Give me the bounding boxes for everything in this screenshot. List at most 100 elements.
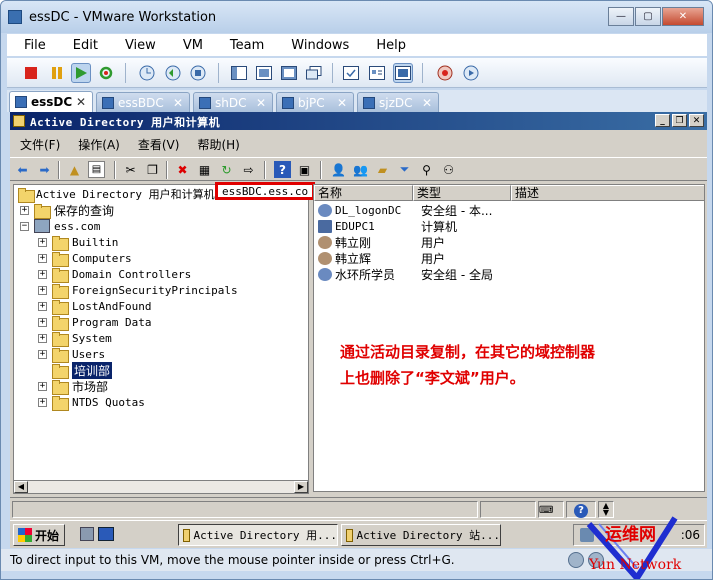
find-button[interactable]: ⚲ — [418, 161, 435, 178]
tree-item-ou[interactable]: + Computers — [38, 250, 132, 267]
expand-icon[interactable]: + — [38, 381, 47, 391]
fullscreen-button[interactable] — [254, 63, 274, 83]
list-item[interactable]: 韩立刚 用户 — [318, 234, 445, 250]
taskbar-item-ad-sites[interactable]: Active Directory 站... — [341, 524, 501, 546]
back-button[interactable]: ⬅ — [14, 161, 31, 178]
menu-edit[interactable]: Edit — [56, 38, 108, 53]
mmc-restore-button[interactable]: ❐ — [672, 114, 687, 127]
reset-button[interactable] — [96, 63, 116, 83]
menu-windows[interactable]: Windows — [274, 38, 359, 53]
capture-screen-button[interactable] — [435, 63, 455, 83]
tab-close-icon[interactable]: ✕ — [173, 96, 183, 110]
delete-button[interactable]: ✖ — [174, 161, 191, 178]
show-description-button[interactable]: ▣ — [296, 161, 313, 178]
tree-pane[interactable]: Active Directory 用户和计算机 + 保存的查询 − ess.co… — [13, 184, 309, 492]
tree-item-ou[interactable]: + NTDS Quotas — [38, 394, 145, 411]
mmc-menu-view[interactable]: 查看(V) — [128, 136, 188, 153]
export-list-button[interactable]: ⇨ — [240, 161, 257, 178]
tab-close-icon[interactable]: ✕ — [76, 95, 86, 109]
list-item[interactable]: 韩立辉 用户 — [318, 250, 445, 266]
mmc-close-button[interactable]: ✕ — [689, 114, 704, 127]
show-sidebar-button[interactable] — [229, 63, 249, 83]
start-button[interactable]: 开始 — [13, 524, 65, 546]
expand-icon[interactable]: + — [38, 317, 47, 327]
scroll-left-icon[interactable]: ◀ — [14, 481, 28, 493]
tree-item-domain[interactable]: − ess.com — [20, 218, 100, 234]
expand-icon[interactable]: + — [20, 205, 29, 215]
mmc-menu-action[interactable]: 操作(A) — [68, 136, 128, 153]
scroll-right-icon[interactable]: ▶ — [294, 481, 308, 493]
tree-root[interactable]: Active Directory 用户和计算机 — [18, 186, 215, 203]
expand-icon[interactable]: + — [38, 253, 47, 263]
vmware-titlebar[interactable]: essDC - VMware Workstation — ▢ ✕ — [1, 1, 712, 33]
filter-button[interactable]: ⏷ — [396, 161, 413, 178]
column-header-description[interactable]: 描述 — [511, 185, 704, 201]
new-ou-button[interactable]: ▰ — [374, 161, 391, 178]
capture-movie-button[interactable] — [461, 63, 481, 83]
tab-bjpc[interactable]: bjPC ✕ — [276, 92, 354, 112]
expand-icon[interactable]: + — [38, 333, 47, 343]
forward-button[interactable]: ➡ — [36, 161, 53, 178]
power-on-button[interactable] — [71, 63, 91, 83]
tree-item-saved-queries[interactable]: + 保存的查询 — [20, 202, 114, 219]
add-to-group-button[interactable]: ⚇ — [440, 161, 457, 178]
mmc-menu-help[interactable]: 帮助(H) — [187, 136, 247, 153]
column-header-name[interactable]: 名称 — [314, 185, 413, 201]
menu-view[interactable]: View — [108, 38, 166, 53]
column-header-type[interactable]: 类型 — [413, 185, 511, 201]
console-view-button[interactable] — [341, 63, 361, 83]
properties-button[interactable]: ▦ — [196, 161, 213, 178]
refresh-button[interactable]: ↻ — [218, 161, 235, 178]
tree-item-ou[interactable]: + Program Data — [38, 314, 151, 331]
tab-close-icon[interactable]: ✕ — [422, 96, 432, 110]
close-button[interactable]: ✕ — [662, 7, 704, 26]
tab-shdc[interactable]: shDC ✕ — [193, 92, 273, 112]
guest-screen[interactable]: Active Directory 用户和计算机 _ ❐ ✕ 文件(F) 操作(A… — [10, 112, 707, 548]
taskbar-item-ad-users[interactable]: Active Directory 用... — [178, 524, 338, 546]
snapshot-manager-button[interactable] — [188, 63, 208, 83]
unity-button[interactable] — [304, 63, 324, 83]
tree-item-selected-ou[interactable]: 培训部 — [52, 361, 113, 379]
tree-item-ou[interactable]: + ForeignSecurityPrincipals — [38, 282, 238, 299]
menu-file[interactable]: File — [7, 38, 56, 53]
expand-icon[interactable]: + — [38, 285, 47, 295]
show-desktop-icon[interactable] — [98, 527, 114, 541]
thumbnail-view-button[interactable] — [393, 63, 413, 83]
expand-icon[interactable]: + — [38, 349, 47, 359]
cut-button[interactable]: ✂ — [122, 161, 139, 178]
expand-icon[interactable]: + — [38, 397, 47, 407]
tree-item-ou[interactable]: + System — [38, 330, 112, 347]
quick-launch-icon[interactable] — [80, 527, 94, 541]
new-group-button[interactable]: 👥 — [352, 161, 369, 178]
minimize-button[interactable]: — — [608, 7, 634, 26]
power-off-button[interactable] — [21, 63, 41, 83]
snapshot-button[interactable] — [137, 63, 157, 83]
summary-view-button[interactable] — [367, 63, 387, 83]
list-item[interactable]: 水环所学员 安全组 - 全局 — [318, 266, 493, 282]
tab-essdc[interactable]: essDC ✕ — [9, 91, 93, 112]
list-pane[interactable]: 名称 类型 描述 DL_logonDC 安全组 - 本... EDUPC1 计算… — [313, 184, 705, 492]
expand-icon[interactable]: + — [38, 301, 47, 311]
copy-button[interactable]: ❐ — [144, 161, 161, 178]
list-item[interactable]: EDUPC1 计算机 — [318, 218, 457, 234]
tab-sjzdc[interactable]: sjzDC ✕ — [357, 92, 439, 112]
up-level-button[interactable]: ▲ — [66, 161, 83, 178]
tab-essbdc[interactable]: essBDC ✕ — [96, 92, 190, 112]
revert-snapshot-button[interactable] — [163, 63, 183, 83]
menu-team[interactable]: Team — [213, 38, 274, 53]
tree-item-ou[interactable]: + Builtin — [38, 234, 118, 251]
quick-switch-button[interactable] — [279, 63, 299, 83]
expand-icon[interactable]: + — [38, 237, 47, 247]
expand-icon[interactable]: + — [38, 269, 47, 279]
menu-vm[interactable]: VM — [166, 38, 213, 53]
collapse-icon[interactable]: − — [20, 221, 29, 231]
show-hide-tree-button[interactable]: ▤ — [88, 161, 105, 178]
maximize-button[interactable]: ▢ — [635, 7, 661, 26]
help-button[interactable]: ? — [274, 161, 291, 178]
tree-horizontal-scrollbar[interactable]: ◀ ▶ — [13, 480, 309, 494]
tab-close-icon[interactable]: ✕ — [256, 96, 266, 110]
tree-item-ou[interactable]: + 市场部 — [38, 378, 108, 395]
menu-help[interactable]: Help — [359, 38, 416, 53]
tree-item-ou[interactable]: + LostAndFound — [38, 298, 151, 315]
tree-item-ou[interactable]: + Domain Controllers — [38, 266, 191, 283]
